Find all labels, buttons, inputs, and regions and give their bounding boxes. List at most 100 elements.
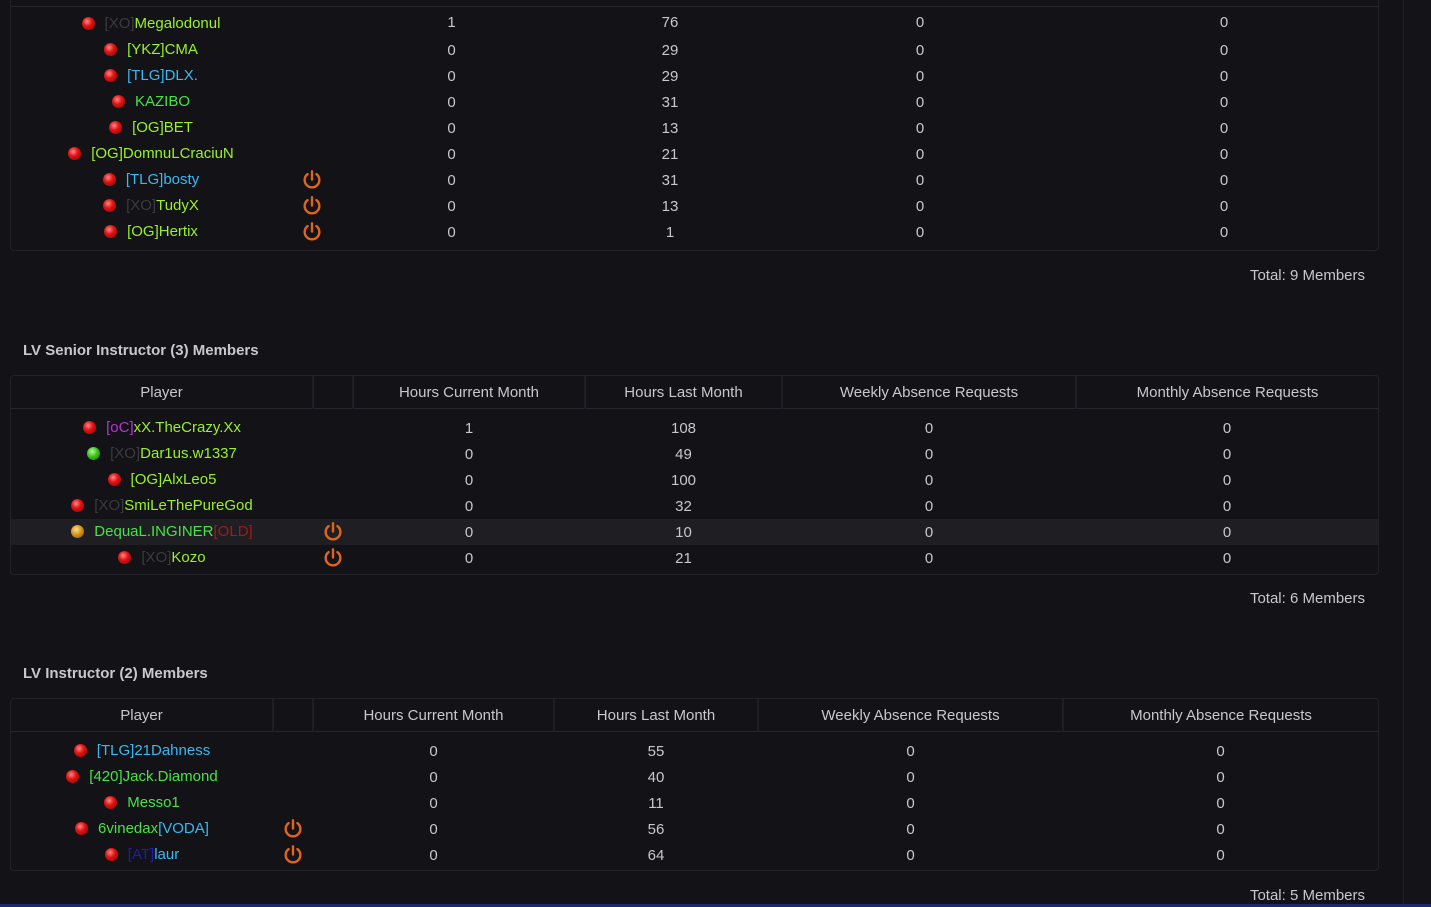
player-link[interactable]: [TLG] DLX. <box>104 67 198 84</box>
power-icon[interactable] <box>301 195 323 217</box>
player-link[interactable]: [OG] Hertix <box>104 223 198 240</box>
hours-current-cell: 0 <box>447 93 456 111</box>
col-header-weekly-absence[interactable]: Weekly Absence Requests <box>782 376 1077 409</box>
monthly-absence-cell: 0 <box>1219 13 1229 31</box>
weekly-absence-cell: 0 <box>924 471 934 489</box>
table-row[interactable]: DequaL.INGINER [OLD] 0 10 0 0 <box>11 519 1378 545</box>
player-name: Hertix <box>158 222 198 240</box>
hours-last-cell: 31 <box>661 171 679 189</box>
clan-tag: [oC] <box>106 418 134 436</box>
player-link[interactable]: KAZIBO <box>111 93 190 110</box>
table-row[interactable]: 6vinedax [VODA] 0 56 0 0 <box>11 816 1378 842</box>
table-row[interactable]: [XO] Megalodonul 1 76 0 0 <box>11 7 1378 37</box>
col-header-monthly-absence[interactable]: Monthly Absence Requests <box>1063 699 1378 732</box>
player-link[interactable]: 6vinedax [VODA] <box>75 820 209 837</box>
player-link[interactable]: [OG] BET <box>109 119 193 136</box>
status-dot-icon <box>83 420 97 434</box>
status-dot-icon <box>102 172 116 186</box>
player-link[interactable]: [XO] Megalodonul <box>81 15 220 32</box>
hours-current-cell: 1 <box>447 13 456 31</box>
clan-tag: [XO] <box>141 548 172 566</box>
player-link[interactable]: [YKZ] CMA <box>104 41 198 58</box>
instructor-members-table: Player Hours Current Month Hours Last Mo… <box>11 699 1378 868</box>
hours-last-cell: 64 <box>647 846 665 864</box>
player-cell: [XO] Kozo <box>11 545 313 571</box>
power-icon[interactable] <box>301 221 323 243</box>
power-icon[interactable] <box>282 844 304 866</box>
col-header-weekly-absence[interactable]: Weekly Absence Requests <box>758 699 1064 732</box>
table-row[interactable]: [oC] xX.TheCrazy.Xx 1 108 0 0 <box>11 409 1378 442</box>
table-row[interactable]: [OG] Hertix 0 1 0 0 <box>11 219 1378 245</box>
table-row[interactable]: [YKZ] CMA 0 29 0 0 <box>11 37 1378 63</box>
col-header-hours-current[interactable]: Hours Current Month <box>353 376 586 409</box>
action-cell <box>313 493 353 519</box>
monthly-absence-cell: 0 <box>1216 820 1225 838</box>
action-cell <box>291 219 333 245</box>
status-dot-icon <box>104 795 118 809</box>
player-link[interactable]: [AT] laur <box>104 845 180 863</box>
monthly-absence-cell: 0 <box>1216 846 1225 864</box>
player-link[interactable]: [oC] xX.TheCrazy.Xx <box>83 419 241 436</box>
table-row[interactable]: [XO] Dar1us.w1337 0 49 0 0 <box>11 441 1378 467</box>
player-cell: [OG] Hertix <box>11 219 291 245</box>
col-header-hours-last[interactable]: Hours Last Month <box>554 699 759 732</box>
hours-current-cell: 0 <box>464 471 474 489</box>
page-scrollbar[interactable] <box>1403 0 1431 907</box>
weekly-absence-cell: 0 <box>915 171 925 189</box>
clan-tag: [OG] <box>132 118 164 136</box>
table-row[interactable]: [OG] DomnuLCraciuN 0 21 0 0 <box>11 141 1378 167</box>
action-cell <box>291 167 333 193</box>
player-link[interactable]: [XO] Dar1us.w1337 <box>87 445 237 462</box>
player-link[interactable]: [OG] DomnuLCraciuN <box>68 145 234 162</box>
status-dot-icon <box>104 847 118 861</box>
player-cell: [XO] TudyX <box>11 193 291 219</box>
player-link[interactable]: [420] Jack.Diamond <box>66 768 218 785</box>
player-link[interactable]: [XO] SmiLeThePureGod <box>71 497 253 514</box>
monthly-absence-cell: 0 <box>1219 119 1229 137</box>
player-link[interactable]: [XO] TudyX <box>103 197 199 214</box>
action-cell <box>313 545 353 571</box>
player-link[interactable]: [OG] AlxLeo5 <box>107 471 216 488</box>
action-cell <box>291 115 333 141</box>
player-link[interactable]: Messo1 <box>104 794 180 811</box>
table-row[interactable]: [XO] SmiLeThePureGod 0 32 0 0 <box>11 493 1378 519</box>
top-panel-header-edge <box>11 0 1378 7</box>
col-header-hours-current[interactable]: Hours Current Month <box>313 699 555 732</box>
player-link[interactable]: [XO] Kozo <box>118 548 206 566</box>
monthly-absence-cell: 0 <box>1076 519 1378 545</box>
hours-current-cell: 0 <box>429 846 438 864</box>
weekly-absence-cell: 0 <box>924 549 934 567</box>
col-header-player[interactable]: Player <box>11 376 314 409</box>
player-link[interactable]: [TLG] 21Dahness <box>73 742 210 759</box>
table-row[interactable]: Messo1 0 11 0 0 <box>11 790 1378 816</box>
hours-current-cell: 0 <box>447 145 456 163</box>
player-name: DLX. <box>164 66 198 84</box>
hours-current-cell: 0 <box>353 519 585 545</box>
table-row[interactable]: [TLG] DLX. 0 29 0 0 <box>11 63 1378 89</box>
table-row[interactable]: [XO] Kozo 0 21 0 0 <box>11 545 1378 571</box>
status-dot-icon <box>68 146 82 160</box>
player-cell: [XO] Megalodonul <box>11 7 291 37</box>
table-row[interactable]: [OG] BET 0 13 0 0 <box>11 115 1378 141</box>
table-row[interactable]: [AT] laur 0 64 0 0 <box>11 842 1378 868</box>
table-row[interactable]: [XO] TudyX 0 13 0 0 <box>11 193 1378 219</box>
player-name: Kozo <box>171 548 206 566</box>
player-name: laur <box>154 845 180 863</box>
power-icon[interactable] <box>322 521 344 543</box>
table-row[interactable]: KAZIBO 0 31 0 0 <box>11 89 1378 115</box>
power-icon[interactable] <box>322 547 344 569</box>
player-link[interactable]: [TLG] bosty <box>102 171 199 188</box>
player-link[interactable]: DequaL.INGINER [OLD] <box>71 523 253 540</box>
player-name: Messo1 <box>127 793 180 811</box>
col-header-monthly-absence[interactable]: Monthly Absence Requests <box>1076 376 1378 409</box>
table-row[interactable]: [420] Jack.Diamond 0 40 0 0 <box>11 764 1378 790</box>
col-header-player[interactable]: Player <box>11 699 274 732</box>
table-row[interactable]: [OG] AlxLeo5 0 100 0 0 <box>11 467 1378 493</box>
col-header-hours-last[interactable]: Hours Last Month <box>585 376 783 409</box>
table-row[interactable]: [TLG] 21Dahness 0 55 0 0 <box>11 732 1378 765</box>
status-dot-icon <box>104 224 118 238</box>
table-row[interactable]: [TLG] bosty 0 31 0 0 <box>11 167 1378 193</box>
hours-last-cell: 29 <box>661 67 679 85</box>
power-icon[interactable] <box>301 169 323 191</box>
power-icon[interactable] <box>282 818 304 840</box>
